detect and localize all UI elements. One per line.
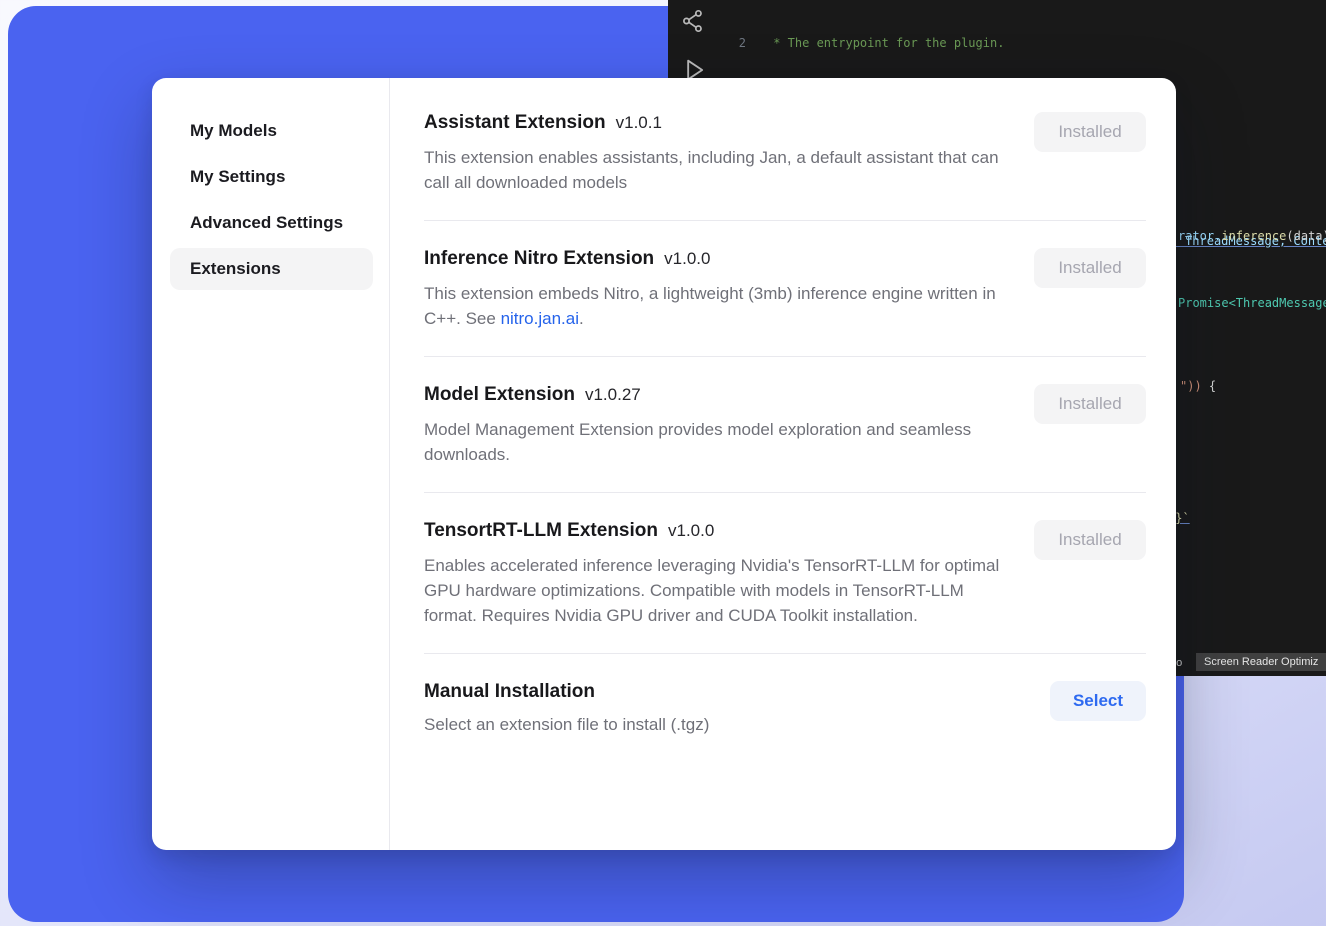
settings-modal: My Models My Settings Advanced Settings … xyxy=(152,78,1176,850)
code-fragment: rator.inference(data)); xyxy=(1178,229,1326,243)
line-number: 2 xyxy=(668,35,758,52)
settings-sidebar: My Models My Settings Advanced Settings … xyxy=(152,78,390,850)
extensions-panel: Assistant Extension v1.0.1 This extension… xyxy=(390,78,1176,850)
installed-button[interactable]: Installed xyxy=(1034,520,1146,560)
code-token: (data)); xyxy=(1286,229,1326,243)
extension-title: Assistant Extension xyxy=(424,112,606,133)
extension-version: v1.0.27 xyxy=(585,385,641,404)
extension-title: TensortRT-LLM Extension xyxy=(424,520,658,541)
extension-description: This extension enables assistants, inclu… xyxy=(424,145,1006,195)
sidebar-item-advanced-settings[interactable]: Advanced Settings xyxy=(170,202,373,244)
code-line: 2 * The entrypoint for the plugin. xyxy=(668,35,1326,52)
manual-installation-title: Manual Installation xyxy=(424,681,709,703)
extension-row-assistant: Assistant Extension v1.0.1 This extension… xyxy=(424,112,1146,195)
extension-description: Model Management Extension provides mode… xyxy=(424,417,1006,467)
extension-title: Inference Nitro Extension xyxy=(424,248,654,269)
installed-button[interactable]: Installed xyxy=(1034,248,1146,288)
extension-description: Enables accelerated inference leveraging… xyxy=(424,553,1006,628)
extension-row-inference-nitro: Inference Nitro Extension v1.0.0 This ext… xyxy=(424,248,1146,331)
extension-description: This extension embeds Nitro, a lightweig… xyxy=(424,281,1006,331)
extension-info: TensortRT-LLM Extension v1.0.0 Enables ac… xyxy=(424,520,1006,628)
extension-version: v1.0.0 xyxy=(664,249,710,268)
extension-row-model: Model Extension v1.0.27 Model Management … xyxy=(424,384,1146,467)
extension-info: Assistant Extension v1.0.1 This extension… xyxy=(424,112,1006,195)
code-token: { xyxy=(1202,379,1216,393)
code-token: rator. xyxy=(1178,229,1221,243)
separator xyxy=(424,356,1146,357)
extension-info: Model Extension v1.0.27 Model Management … xyxy=(424,384,1006,467)
sidebar-item-my-settings[interactable]: My Settings xyxy=(170,156,373,198)
manual-installation-info: Manual Installation Select an extension … xyxy=(424,681,709,735)
installed-button[interactable]: Installed xyxy=(1034,112,1146,152)
extension-version: v1.0.0 xyxy=(668,521,714,540)
extension-title: Model Extension xyxy=(424,384,575,405)
extension-row-tensorrt-llm: TensortRT-LLM Extension v1.0.0 Enables ac… xyxy=(424,520,1146,628)
code-text: * The entrypoint for the plugin. xyxy=(758,35,1004,52)
manual-installation-description: Select an extension file to install (.tg… xyxy=(424,715,709,735)
installed-button[interactable]: Installed xyxy=(1034,384,1146,424)
separator xyxy=(424,653,1146,654)
description-text: . xyxy=(579,309,584,328)
code-token: ")) xyxy=(1180,379,1202,393)
manual-installation-row: Manual Installation Select an extension … xyxy=(424,681,1146,735)
select-file-button[interactable]: Select xyxy=(1050,681,1146,721)
code-token: inference xyxy=(1221,229,1286,243)
sidebar-item-my-models[interactable]: My Models xyxy=(170,110,373,152)
extension-info: Inference Nitro Extension v1.0.0 This ext… xyxy=(424,248,1006,331)
separator xyxy=(424,220,1146,221)
sidebar-item-extensions[interactable]: Extensions xyxy=(170,248,373,290)
extension-version: v1.0.1 xyxy=(616,113,662,132)
separator xyxy=(424,492,1146,493)
code-fragment: Promise<ThreadMessage> xyxy=(1178,296,1326,310)
screen-reader-status-chip: Screen Reader Optimiz xyxy=(1196,653,1326,671)
nitro-jan-ai-link[interactable]: nitro.jan.ai xyxy=(501,309,579,328)
code-fragment: ")) { xyxy=(1180,379,1216,393)
